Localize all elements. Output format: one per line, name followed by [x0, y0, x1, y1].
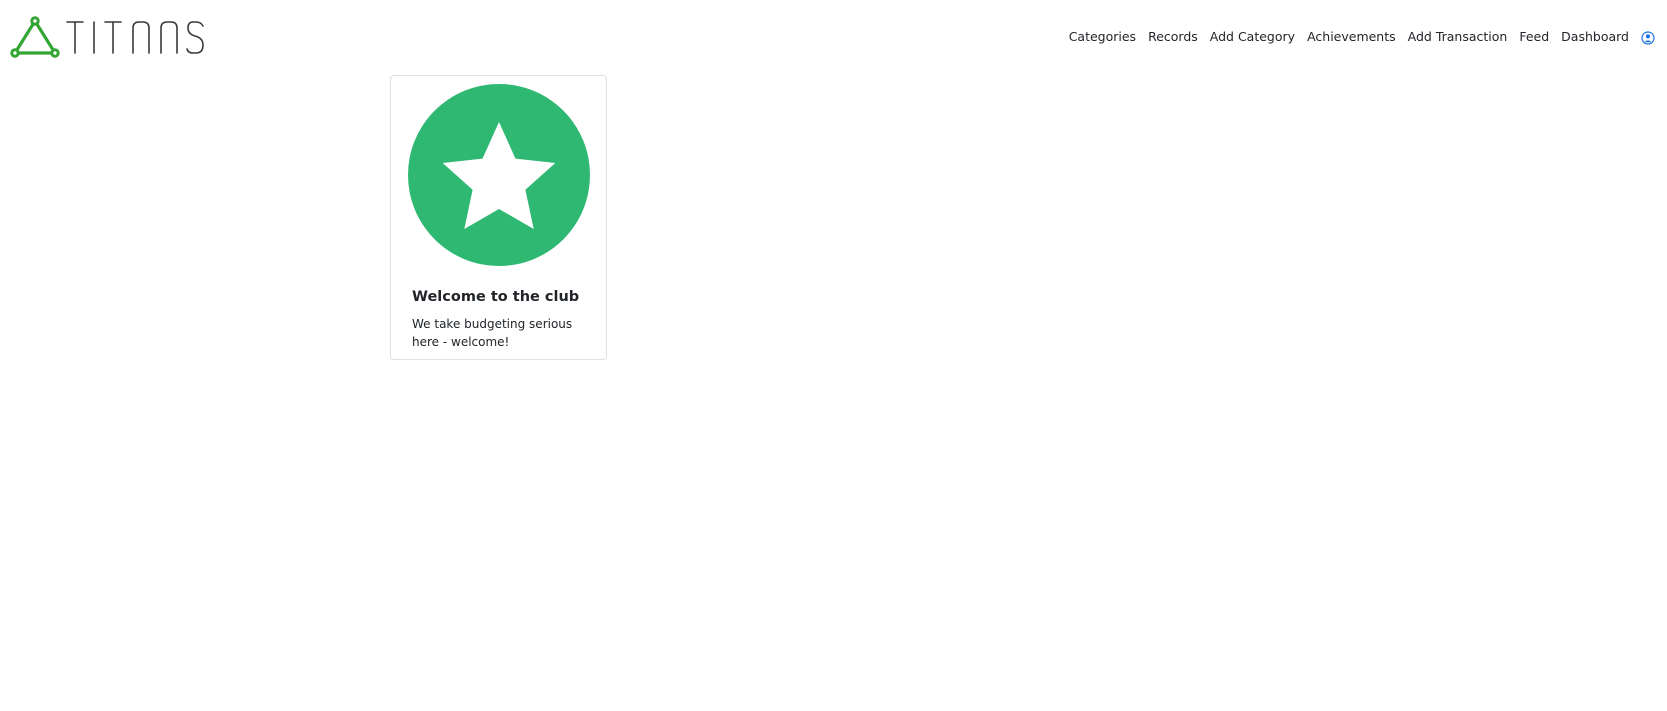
- star-icon: [408, 84, 590, 266]
- nav-link-achievements[interactable]: Achievements: [1307, 26, 1396, 48]
- main-nav: Categories Records Add Category Achievem…: [1069, 26, 1655, 48]
- achievement-title: Welcome to the club: [412, 289, 580, 305]
- nav-link-add-category[interactable]: Add Category: [1210, 26, 1295, 48]
- nav-link-feed[interactable]: Feed: [1519, 26, 1549, 48]
- user-circle-icon[interactable]: [1641, 30, 1655, 45]
- card-body: Welcome to the club We take budgeting se…: [412, 287, 592, 351]
- nav-link-dashboard[interactable]: Dashboard: [1561, 26, 1629, 48]
- achievement-card: Welcome to the club We take budgeting se…: [390, 75, 607, 360]
- brand-logo[interactable]: [9, 15, 209, 61]
- nav-link-add-transaction[interactable]: Add Transaction: [1408, 26, 1508, 48]
- titans-logo-icon: [10, 16, 204, 58]
- nav-link-categories[interactable]: Categories: [1069, 26, 1136, 48]
- nav-link-records[interactable]: Records: [1148, 26, 1198, 48]
- achievement-description: We take budgeting serious here - welcome…: [412, 317, 573, 349]
- navbar: Categories Records Add Category Achievem…: [0, 0, 1667, 74]
